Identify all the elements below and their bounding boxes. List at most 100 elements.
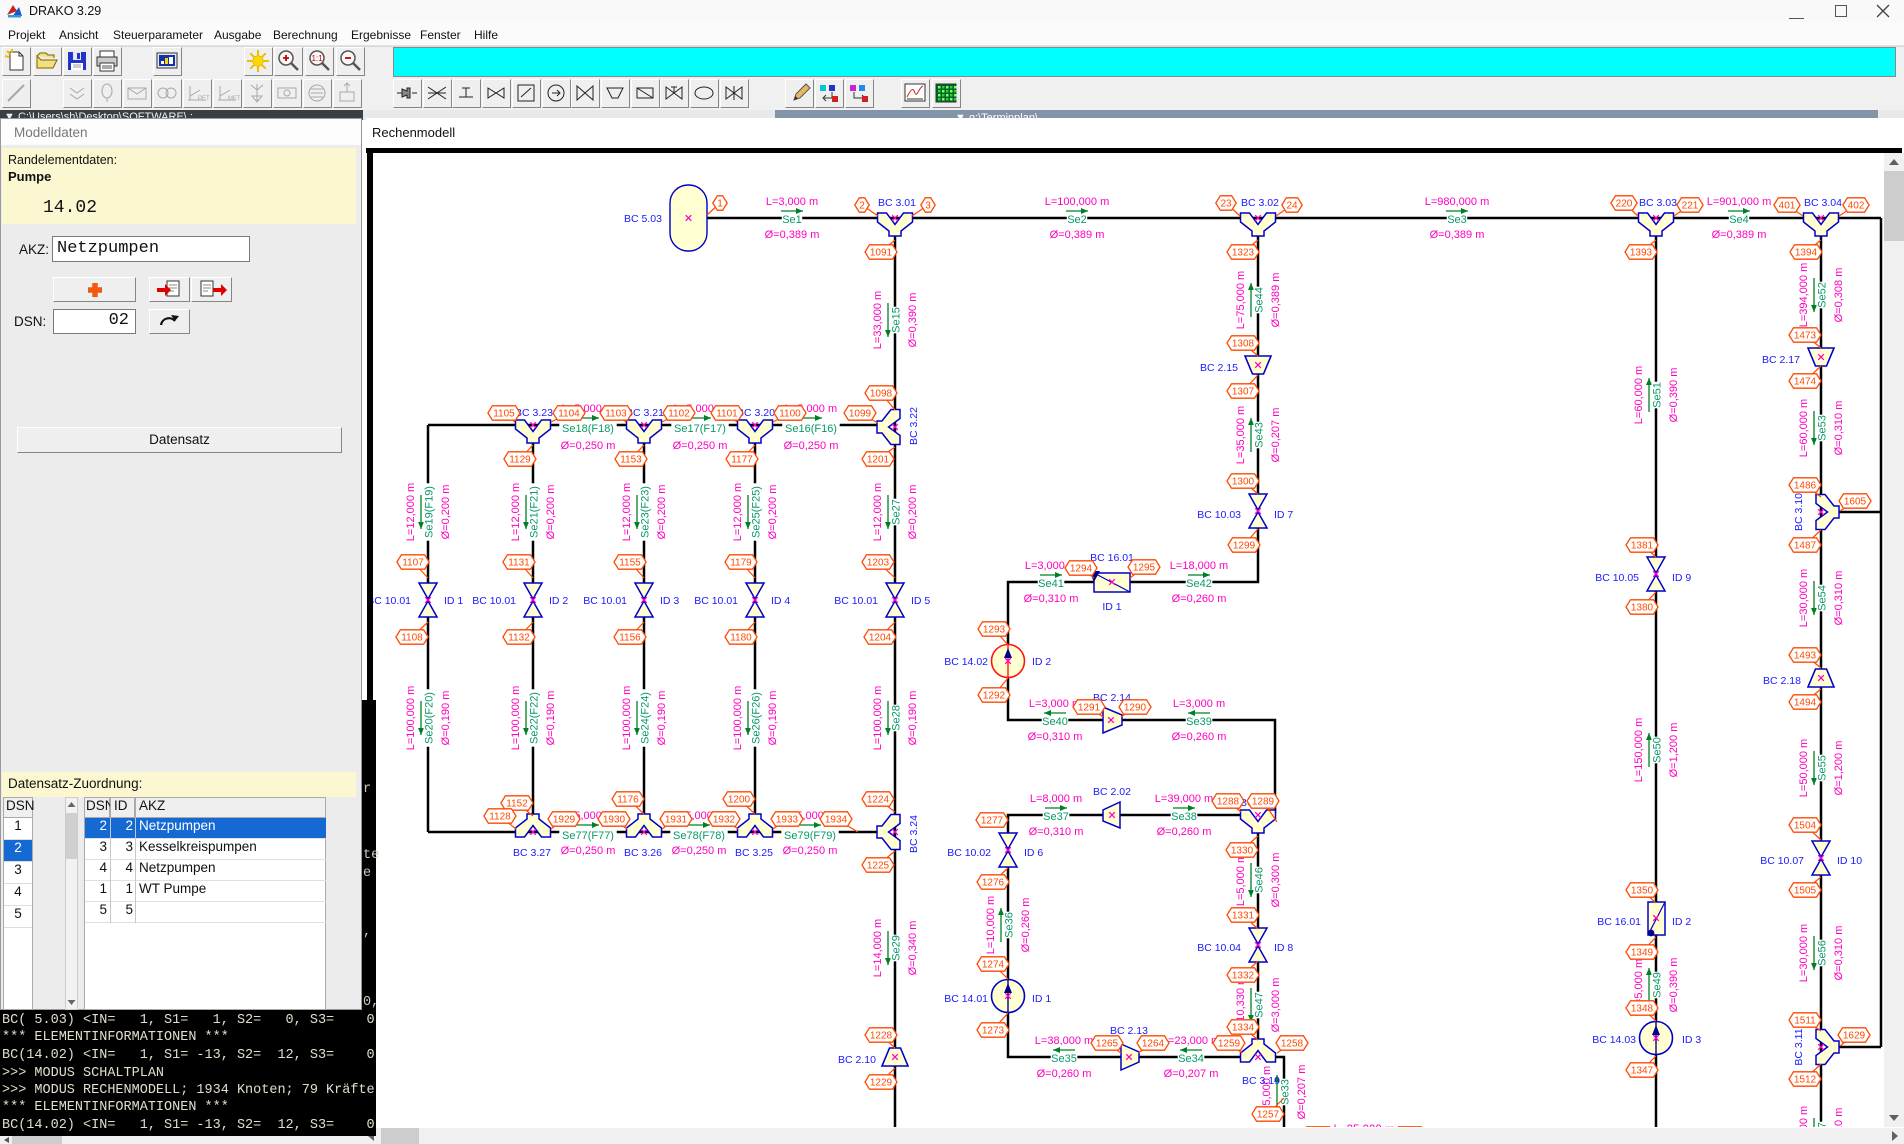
svg-text:1629: 1629 bbox=[1843, 1031, 1866, 1042]
svg-text:Se2: Se2 bbox=[1067, 214, 1087, 226]
svg-text:Ø=0,250 m: Ø=0,250 m bbox=[784, 440, 839, 452]
svg-text:1201: 1201 bbox=[867, 455, 890, 466]
svg-text:23: 23 bbox=[1220, 199, 1232, 210]
svg-text:1290: 1290 bbox=[1124, 703, 1147, 714]
svg-text:L=901,000 m: L=901,000 m bbox=[1707, 196, 1772, 208]
svg-text:1258: 1258 bbox=[1281, 1039, 1304, 1050]
svg-text:BC 3.02: BC 3.02 bbox=[1241, 197, 1279, 209]
svg-text:Se46: Se46 bbox=[1254, 867, 1266, 893]
svg-text:1380: 1380 bbox=[1631, 603, 1654, 614]
svg-text:401: 401 bbox=[1779, 201, 1796, 212]
svg-text:1257: 1257 bbox=[1257, 1110, 1280, 1121]
svg-text:L=60,000 m: L=60,000 m bbox=[1633, 366, 1645, 424]
svg-text:1229: 1229 bbox=[870, 1078, 893, 1089]
svg-text:1132: 1132 bbox=[508, 633, 530, 644]
svg-text:BC 3.27: BC 3.27 bbox=[513, 847, 551, 859]
svg-text:1293: 1293 bbox=[983, 625, 1006, 636]
svg-text:Se53: Se53 bbox=[1817, 415, 1829, 441]
svg-text:1347: 1347 bbox=[1631, 1066, 1654, 1077]
svg-text:1394: 1394 bbox=[1795, 248, 1818, 259]
svg-text:24: 24 bbox=[1286, 201, 1298, 212]
svg-text:BC 14.03: BC 14.03 bbox=[1592, 1034, 1636, 1046]
svg-text:L=25,000 m: L=25,000 m bbox=[1333, 1124, 1394, 1136]
svg-text:1929: 1929 bbox=[553, 815, 576, 826]
svg-text:Se40: Se40 bbox=[1042, 716, 1068, 728]
svg-text:Ø=0,200 m: Ø=0,200 m bbox=[656, 485, 668, 540]
svg-text:BC 3.24: BC 3.24 bbox=[908, 815, 920, 853]
svg-text:BC 3.04: BC 3.04 bbox=[1804, 197, 1842, 209]
svg-text:1323: 1323 bbox=[1232, 248, 1255, 259]
svg-text:L=100,000 m: L=100,000 m bbox=[732, 686, 744, 751]
svg-text:Ø=0,310 m: Ø=0,310 m bbox=[1024, 593, 1079, 605]
svg-text:ID 4: ID 4 bbox=[771, 595, 790, 607]
svg-text:Ø=0,310 m: Ø=0,310 m bbox=[1028, 731, 1083, 743]
svg-text:Se23(F23): Se23(F23) bbox=[640, 486, 652, 538]
svg-text:1225: 1225 bbox=[867, 861, 890, 872]
svg-text:1103: 1103 bbox=[605, 409, 627, 420]
svg-text:Ø=0,250 m: Ø=0,250 m bbox=[561, 845, 616, 857]
svg-text:1265: 1265 bbox=[1096, 1039, 1119, 1050]
svg-text:Se34: Se34 bbox=[1178, 1053, 1204, 1065]
svg-text:BC 2.17: BC 2.17 bbox=[1762, 354, 1800, 366]
svg-text:L=980,000 m: L=980,000 m bbox=[1425, 196, 1490, 208]
svg-text:1273: 1273 bbox=[982, 1026, 1005, 1037]
svg-text:BC 10.01: BC 10.01 bbox=[694, 595, 738, 607]
svg-text:Se3: Se3 bbox=[1447, 214, 1467, 226]
svg-text:L=30,000 m: L=30,000 m bbox=[1798, 1106, 1810, 1144]
svg-text:BC 3.26: BC 3.26 bbox=[624, 847, 662, 859]
svg-text:Se15: Se15 bbox=[891, 307, 903, 333]
svg-text:Se79(F79): Se79(F79) bbox=[784, 830, 836, 842]
svg-text:ID 8: ID 8 bbox=[1274, 942, 1293, 954]
svg-text:Se41: Se41 bbox=[1038, 578, 1064, 590]
svg-text:L=14,000 m: L=14,000 m bbox=[872, 919, 884, 977]
svg-text:1259: 1259 bbox=[1218, 1039, 1241, 1050]
svg-text:L=12,000 m: L=12,000 m bbox=[621, 483, 633, 541]
svg-text:1101: 1101 bbox=[716, 409, 738, 420]
svg-text:1505: 1505 bbox=[1794, 886, 1817, 897]
svg-text:Ø=0,310 m: Ø=0,310 m bbox=[1833, 926, 1845, 981]
svg-text:1307: 1307 bbox=[1232, 387, 1255, 398]
svg-text:1473: 1473 bbox=[1794, 331, 1817, 342]
svg-text:ID 9: ID 9 bbox=[1672, 572, 1691, 584]
svg-text:L=38,000 m: L=38,000 m bbox=[1035, 1035, 1093, 1047]
svg-text:1308: 1308 bbox=[1232, 339, 1255, 350]
svg-text:1102: 1102 bbox=[668, 409, 690, 420]
svg-text:ID 2: ID 2 bbox=[1672, 916, 1691, 928]
svg-text:BC 10.04: BC 10.04 bbox=[1197, 942, 1241, 954]
svg-text:1203: 1203 bbox=[867, 558, 890, 569]
svg-text:1504: 1504 bbox=[1794, 821, 1817, 832]
svg-text:Ø=0,389 m: Ø=0,389 m bbox=[1430, 229, 1485, 241]
svg-text:1099: 1099 bbox=[849, 409, 872, 420]
svg-text:BC 3.22: BC 3.22 bbox=[908, 407, 920, 445]
svg-text:Se55: Se55 bbox=[1817, 755, 1829, 781]
svg-text:1291: 1291 bbox=[1078, 703, 1101, 714]
svg-text:Ø=0,260 m: Ø=0,260 m bbox=[1172, 731, 1227, 743]
svg-text:1276: 1276 bbox=[982, 878, 1005, 889]
svg-text:Ø=0,308 m: Ø=0,308 m bbox=[1833, 268, 1845, 323]
svg-text:L=39,000 m: L=39,000 m bbox=[1155, 793, 1213, 805]
svg-text:1155: 1155 bbox=[619, 558, 641, 569]
svg-text:Ø=0,389 m: Ø=0,389 m bbox=[765, 229, 820, 241]
svg-text:BC 3.10: BC 3.10 bbox=[1793, 493, 1805, 531]
svg-text:1494: 1494 bbox=[1794, 698, 1817, 709]
svg-text:BC 10.02: BC 10.02 bbox=[947, 847, 991, 859]
svg-text:1152: 1152 bbox=[506, 799, 528, 810]
svg-text:Ø=0,190 m: Ø=0,190 m bbox=[656, 691, 668, 746]
svg-text:BC 3.01: BC 3.01 bbox=[878, 197, 916, 209]
svg-text:1349: 1349 bbox=[1631, 948, 1654, 959]
svg-text:1224: 1224 bbox=[867, 795, 890, 806]
svg-text:1176: 1176 bbox=[617, 795, 639, 806]
svg-text:ID 5: ID 5 bbox=[911, 595, 930, 607]
svg-text:Se27: Se27 bbox=[891, 499, 903, 525]
svg-text:L=8,000 m: L=8,000 m bbox=[1030, 793, 1082, 805]
svg-text:Se36: Se36 bbox=[1004, 912, 1016, 938]
svg-text:Se28: Se28 bbox=[891, 705, 903, 731]
svg-text:BC 3.25: BC 3.25 bbox=[735, 847, 773, 859]
svg-text:1330: 1330 bbox=[1231, 846, 1254, 857]
svg-text:BC 10.01: BC 10.01 bbox=[834, 595, 878, 607]
svg-text:BC 16.01: BC 16.01 bbox=[1597, 916, 1641, 928]
svg-text:1179: 1179 bbox=[730, 558, 752, 569]
svg-text:1933: 1933 bbox=[776, 815, 799, 826]
svg-text:Se42: Se42 bbox=[1186, 578, 1212, 590]
svg-text:BC 10.03: BC 10.03 bbox=[1197, 509, 1241, 521]
